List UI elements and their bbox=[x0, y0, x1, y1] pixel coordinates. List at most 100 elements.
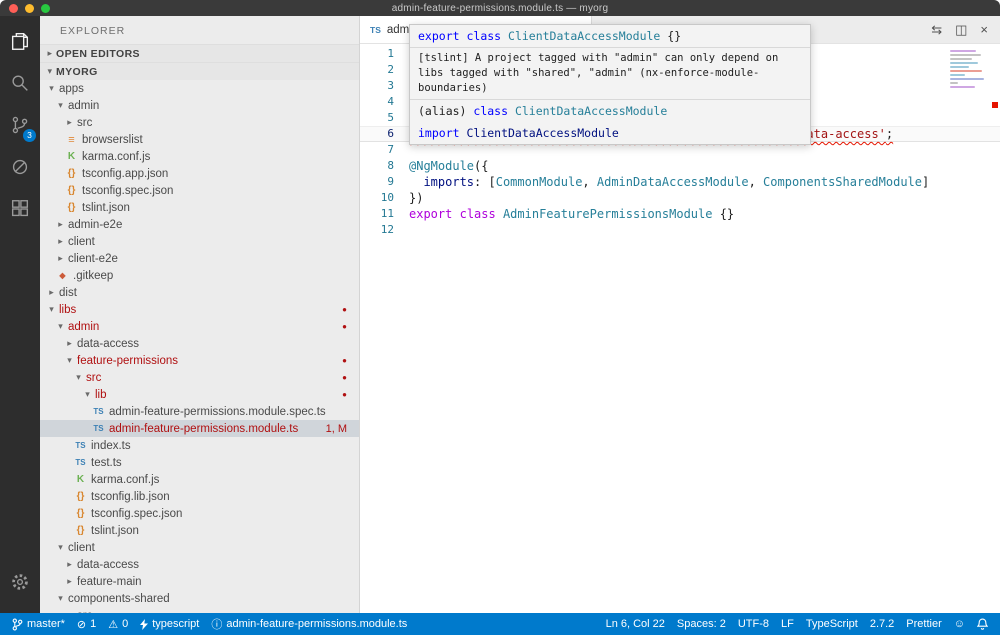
tree-folder-client[interactable]: ▾client bbox=[40, 539, 359, 556]
tree-folder-src[interactable]: ▾src● bbox=[40, 369, 359, 386]
activity-debug-button[interactable] bbox=[0, 146, 40, 188]
line-number: 11 bbox=[360, 206, 394, 222]
tree-file-tsconfig.lib.json[interactable]: {}tsconfig.lib.json bbox=[40, 488, 359, 505]
tree-folder-client-e2e[interactable]: ▸client-e2e bbox=[40, 250, 359, 267]
status-left: master*⊘1⚠0typescriptⓘadmin-feature-perm… bbox=[6, 613, 413, 635]
ts-version[interactable]: 2.7.2 bbox=[864, 613, 900, 635]
tree-file-tsconfig.spec.json[interactable]: {}tsconfig.spec.json bbox=[40, 182, 359, 199]
tree-folder-components-shared[interactable]: ▾components-shared bbox=[40, 590, 359, 607]
root-folder-section[interactable]: ▾ MYORG bbox=[40, 62, 359, 80]
tree-folder-client[interactable]: ▸client bbox=[40, 233, 359, 250]
prettier-status[interactable]: Prettier bbox=[900, 613, 947, 635]
code-line-9[interactable]: 9 imports: [CommonModule, AdminDataAcces… bbox=[360, 174, 1000, 190]
tree-file-karma.conf.js[interactable]: Kkarma.conf.js bbox=[40, 148, 359, 165]
ts-version-label: 2.7.2 bbox=[870, 618, 894, 630]
overview-ruler-error-marker bbox=[992, 102, 998, 108]
tree-folder-data-access[interactable]: ▸data-access bbox=[40, 556, 359, 573]
prettier-status-label: Prettier bbox=[906, 618, 941, 630]
tree-item-label: client bbox=[68, 542, 95, 554]
files-icon bbox=[9, 30, 31, 52]
tree-file-test.ts[interactable]: TStest.ts bbox=[40, 454, 359, 471]
line-number: 7 bbox=[360, 142, 394, 158]
minimap[interactable] bbox=[950, 50, 986, 90]
tree-item-label: admin-e2e bbox=[68, 219, 122, 231]
open-editors-section[interactable]: ▸ OPEN EDITORS bbox=[40, 44, 359, 62]
tree-file-admin-feature-permissions.module.ts[interactable]: TSadmin-feature-permissions.module.ts1, … bbox=[40, 420, 359, 437]
cursor-position-label: Ln 6, Col 22 bbox=[606, 618, 665, 630]
zoom-window-button[interactable] bbox=[41, 4, 50, 13]
tree-file-index.ts[interactable]: TSindex.ts bbox=[40, 437, 359, 454]
code-line-11[interactable]: 11export class AdminFeaturePermissionsMo… bbox=[360, 206, 1000, 222]
hover-rows: export class ClientDataAccessModule {}[t… bbox=[410, 25, 810, 144]
tree-item-label: tslint.json bbox=[82, 202, 130, 214]
active-file-status[interactable]: ⓘadmin-feature-permissions.module.ts bbox=[205, 613, 413, 635]
tree-folder-lib[interactable]: ▾lib● bbox=[40, 386, 359, 403]
close-window-button[interactable] bbox=[9, 4, 18, 13]
tree-item-label: src bbox=[86, 372, 101, 384]
tree-folder-admin[interactable]: ▾admin● bbox=[40, 318, 359, 335]
git-branch-status[interactable]: master* bbox=[6, 613, 71, 635]
code-line-12[interactable]: 12 bbox=[360, 222, 1000, 238]
tree-folder-admin[interactable]: ▾admin bbox=[40, 97, 359, 114]
encoding[interactable]: UTF-8 bbox=[732, 613, 775, 635]
ts-icon: TS bbox=[73, 441, 88, 450]
tree-folder-feature-permissions[interactable]: ▾feature-permissions● bbox=[40, 352, 359, 369]
tree-file-admin-feature-permissions.module.spec.ts[interactable]: TSadmin-feature-permissions.module.spec.… bbox=[40, 403, 359, 420]
split-editor-icon[interactable]: ◫ bbox=[955, 22, 967, 38]
warning-count[interactable]: ⚠0 bbox=[102, 613, 134, 635]
code-line-10[interactable]: 10}) bbox=[360, 190, 1000, 206]
tree-file-tsconfig.app.json[interactable]: {}tsconfig.app.json bbox=[40, 165, 359, 182]
minimize-window-button[interactable] bbox=[25, 4, 34, 13]
activity-extensions-button[interactable] bbox=[0, 188, 40, 230]
open-editors-label: OPEN EDITORS bbox=[56, 48, 140, 60]
tree-file-tslint.json[interactable]: {}tslint.json bbox=[40, 522, 359, 539]
error-count-label: 1 bbox=[90, 618, 96, 630]
debug-icon bbox=[9, 156, 31, 178]
activity-source-control-button[interactable]: 3 bbox=[0, 104, 40, 146]
modified-dot-icon: ● bbox=[342, 322, 347, 331]
chevron-down-icon: ▾ bbox=[82, 389, 93, 400]
tree-item-label: tslint.json bbox=[91, 525, 139, 537]
line-number: 9 bbox=[360, 174, 394, 190]
indentation[interactable]: Spaces: 2 bbox=[671, 613, 732, 635]
explorer-sidebar: EXPLORER ▸ OPEN EDITORS ▾ MYORG ▾apps▾ad… bbox=[40, 16, 360, 613]
tree-file-.gitkeep[interactable]: ◆.gitkeep bbox=[40, 267, 359, 284]
typescript-status[interactable]: typescript bbox=[134, 613, 205, 635]
notifications[interactable] bbox=[971, 613, 994, 635]
tree-folder-admin-e2e[interactable]: ▸admin-e2e bbox=[40, 216, 359, 233]
settings-gear-icon bbox=[9, 571, 31, 593]
tree-file-karma.conf.js[interactable]: Kkarma.conf.js bbox=[40, 471, 359, 488]
modified-dot-icon: ● bbox=[342, 356, 347, 365]
activity-explorer-button[interactable] bbox=[0, 20, 40, 62]
tree-folder-src[interactable]: ▸src bbox=[40, 114, 359, 131]
tree-item-label: components-shared bbox=[68, 593, 170, 605]
tree-folder-libs[interactable]: ▾libs● bbox=[40, 301, 359, 318]
tree-folder-dist[interactable]: ▸dist bbox=[40, 284, 359, 301]
tree-file-browserslist[interactable]: ≡browserslist bbox=[40, 131, 359, 148]
tree-folder-apps[interactable]: ▾apps bbox=[40, 80, 359, 97]
settings-button[interactable] bbox=[0, 561, 40, 603]
code-line-8[interactable]: 8@NgModule({ bbox=[360, 158, 1000, 174]
activity-search-button[interactable] bbox=[0, 62, 40, 104]
language-mode-label: TypeScript bbox=[806, 618, 858, 630]
tree-item-label: lib bbox=[95, 389, 107, 401]
line-number: 6 bbox=[360, 126, 394, 142]
language-mode[interactable]: TypeScript bbox=[800, 613, 864, 635]
cursor-position[interactable]: Ln 6, Col 22 bbox=[600, 613, 671, 635]
tree-folder-data-access[interactable]: ▸data-access bbox=[40, 335, 359, 352]
tree-item-label: karma.conf.js bbox=[91, 474, 159, 486]
feedback[interactable]: ☺ bbox=[948, 613, 971, 635]
tree-file-tsconfig.spec.json[interactable]: {}tsconfig.spec.json bbox=[40, 505, 359, 522]
eol[interactable]: LF bbox=[775, 613, 800, 635]
tree-file-tslint.json[interactable]: {}tslint.json bbox=[40, 199, 359, 216]
tree-folder-feature-main[interactable]: ▸feature-main bbox=[40, 573, 359, 590]
close-icon[interactable]: × bbox=[980, 22, 988, 38]
tree-item-label: admin-feature-permissions.module.spec.ts bbox=[109, 406, 326, 418]
eol-label: LF bbox=[781, 618, 794, 630]
code-text: imports: [CommonModule, AdminDataAccessM… bbox=[394, 174, 929, 190]
error-count[interactable]: ⊘1 bbox=[71, 613, 102, 635]
open-changes-icon[interactable]: ⇆ bbox=[931, 22, 942, 38]
branch-icon bbox=[12, 618, 23, 631]
chevron-right-icon: ▸ bbox=[55, 253, 66, 264]
tree-item-label: admin bbox=[68, 321, 99, 333]
